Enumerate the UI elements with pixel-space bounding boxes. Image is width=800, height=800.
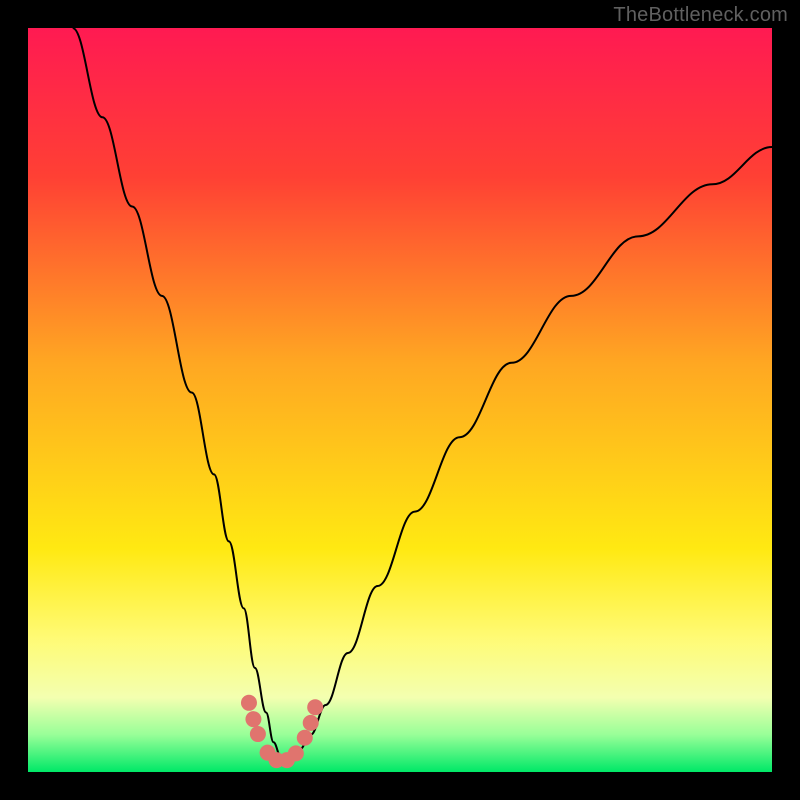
optimal-range-dots bbox=[307, 699, 323, 715]
gradient-background bbox=[28, 28, 772, 772]
chart-frame bbox=[28, 28, 772, 772]
optimal-range-dots bbox=[303, 715, 319, 731]
bottleneck-chart bbox=[28, 28, 772, 772]
optimal-range-dots bbox=[250, 726, 266, 742]
optimal-range-dots bbox=[245, 711, 261, 727]
optimal-range-dots bbox=[288, 745, 304, 761]
optimal-range-dots bbox=[241, 695, 257, 711]
watermark-text: TheBottleneck.com bbox=[613, 4, 788, 27]
optimal-range-dots bbox=[297, 730, 313, 746]
